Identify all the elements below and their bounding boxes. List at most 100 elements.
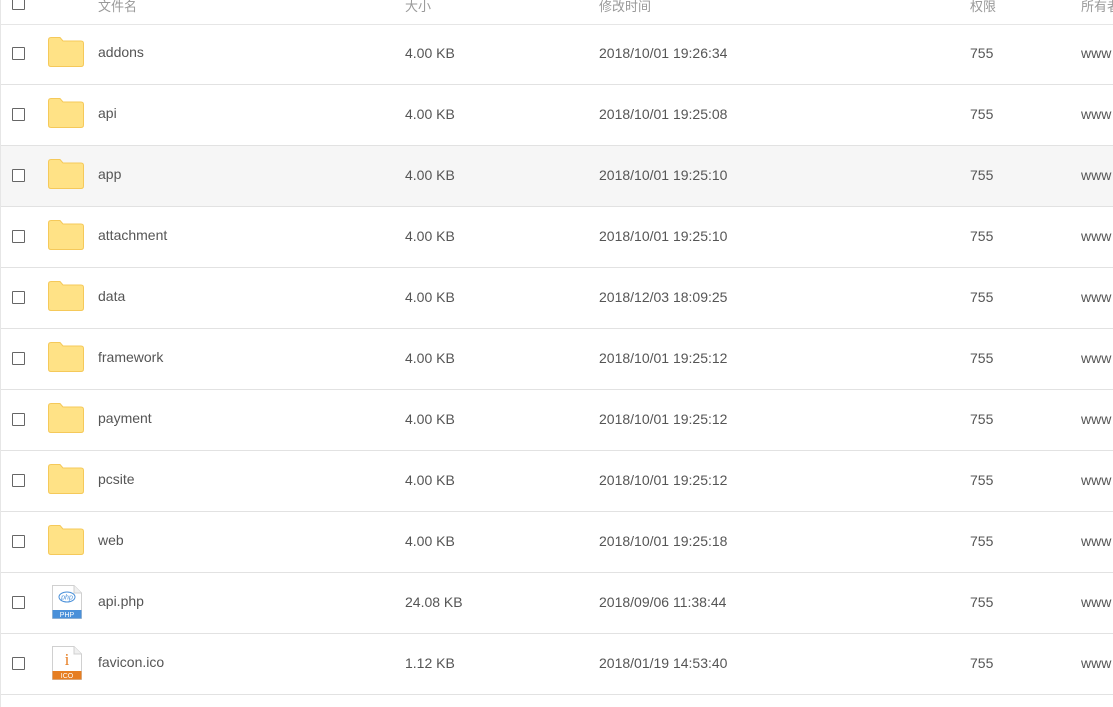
header-name[interactable]: 文件名 [98,0,137,16]
file-name[interactable]: attachment [98,226,167,244]
table-row[interactable]: payment 4.00 KB 2018/10/01 19:25:12 755 www [1,390,1113,451]
folder-icon[interactable] [47,463,85,495]
table-row[interactable]: framework 4.00 KB 2018/10/01 19:25:12 755 ww… [1,329,1113,390]
file-size: 1.12 KB [405,655,455,671]
file-modified-time: 2018/10/01 19:26:34 [599,45,728,61]
table-header: 文件名 大小 修改时间 权限 所有者 [1,0,1113,25]
folder-icon[interactable] [47,219,85,251]
row-checkbox[interactable] [12,535,25,548]
svg-text:php: php [60,595,73,602]
file-permission[interactable]: 755 [970,593,993,611]
file-permission[interactable]: 755 [970,166,993,184]
row-checkbox[interactable] [12,657,25,670]
table-row[interactable]: pcsite 4.00 KB 2018/10/01 19:25:12 755 www [1,451,1113,512]
table-row[interactable]: addons 4.00 KB 2018/10/01 19:26:34 755 www [1,24,1113,85]
file-owner[interactable]: www [1081,349,1111,367]
file-owner[interactable]: www [1081,410,1111,428]
row-checkbox[interactable] [12,230,25,243]
file-size: 4.00 KB [405,228,455,244]
file-permission[interactable]: 755 [970,349,993,367]
file-modified-time: 2018/01/19 14:53:40 [599,655,728,671]
file-name[interactable]: framework [98,348,163,366]
file-modified-time: 2018/10/01 19:25:10 [599,228,728,244]
table-row[interactable]: attachment 4.00 KB 2018/10/01 19:25:10 755 w… [1,207,1113,268]
svg-text:PHP: PHP [60,612,75,619]
file-size: 4.00 KB [405,45,455,61]
file-modified-time: 2018/12/03 18:09:25 [599,289,728,305]
file-size: 4.00 KB [405,167,455,183]
table-row[interactable]: api 4.00 KB 2018/10/01 19:25:08 755 www [1,85,1113,146]
folder-icon[interactable] [47,341,85,373]
file-name[interactable]: api.php [98,592,144,610]
file-permission[interactable]: 755 [970,44,993,62]
file-owner[interactable]: www [1081,288,1111,306]
file-owner[interactable]: www [1081,105,1111,123]
file-modified-time: 2018/09/06 11:38:44 [599,594,727,610]
row-checkbox[interactable] [12,596,25,609]
file-name[interactable]: web [98,531,124,549]
php-file-icon[interactable]: php PHP [51,584,83,620]
file-permission[interactable]: 755 [970,227,993,245]
folder-icon[interactable] [47,158,85,190]
header-permission[interactable]: 权限 [970,0,996,16]
file-owner[interactable]: www [1081,471,1111,489]
table-row[interactable]: php PHP api.php 24.08 KB 2018/09/06 11:38:44… [1,573,1113,634]
header-size[interactable]: 大小 [405,0,431,16]
file-modified-time: 2018/10/01 19:25:18 [599,533,728,549]
file-size: 24.08 KB [405,594,463,610]
row-checkbox[interactable] [12,413,25,426]
file-name[interactable]: pcsite [98,470,135,488]
file-table: 文件名 大小 修改时间 权限 所有者 addons 4.00 KB 2018/10/… [0,0,1113,707]
file-modified-time: 2018/10/01 19:25:10 [599,167,728,183]
file-modified-time: 2018/10/01 19:25:08 [599,106,728,122]
table-row[interactable]: app 4.00 KB 2018/10/01 19:25:10 755 www [1,146,1113,207]
file-name[interactable]: data [98,287,125,305]
file-modified-time: 2018/10/01 19:25:12 [599,350,728,366]
row-checkbox[interactable] [12,352,25,365]
file-permission[interactable]: 755 [970,410,993,428]
file-owner[interactable]: www [1081,532,1111,550]
svg-text:i: i [65,650,70,669]
folder-icon[interactable] [47,402,85,434]
file-owner[interactable]: www [1081,44,1111,62]
select-all-checkbox[interactable] [12,0,25,10]
file-permission[interactable]: 755 [970,532,993,550]
folder-icon[interactable] [47,524,85,556]
file-permission[interactable]: 755 [970,654,993,672]
table-row[interactable]: i ICO favicon.ico 1.12 KB 2018/01/19 14:53:4… [1,634,1113,695]
row-checkbox[interactable] [12,291,25,304]
row-checkbox[interactable] [12,47,25,60]
file-size: 4.00 KB [405,533,455,549]
file-size: 4.00 KB [405,106,455,122]
file-permission[interactable]: 755 [970,105,993,123]
file-modified-time: 2018/10/01 19:25:12 [599,411,728,427]
table-row[interactable]: data 4.00 KB 2018/12/03 18:09:25 755 www [1,268,1113,329]
file-size: 4.00 KB [405,411,455,427]
file-name[interactable]: app [98,165,121,183]
file-size: 4.00 KB [405,350,455,366]
ico-file-icon[interactable]: i ICO [51,645,83,681]
folder-icon[interactable] [47,280,85,312]
file-owner[interactable]: www [1081,166,1111,184]
file-name[interactable]: favicon.ico [98,653,164,671]
file-size: 4.00 KB [405,472,455,488]
header-owner[interactable]: 所有者 [1081,0,1113,16]
folder-icon[interactable] [47,36,85,68]
table-row[interactable]: web 4.00 KB 2018/10/01 19:25:18 755 www [1,512,1113,573]
row-checkbox[interactable] [12,169,25,182]
file-name[interactable]: payment [98,409,152,427]
file-owner[interactable]: www [1081,227,1111,245]
file-name[interactable]: api [98,104,117,122]
file-modified-time: 2018/10/01 19:25:12 [599,472,728,488]
row-checkbox[interactable] [12,474,25,487]
row-checkbox[interactable] [12,108,25,121]
folder-icon[interactable] [47,97,85,129]
header-modified[interactable]: 修改时间 [599,0,651,16]
file-owner[interactable]: www [1081,593,1111,611]
file-owner[interactable]: www [1081,654,1111,672]
file-permission[interactable]: 755 [970,471,993,489]
svg-text:ICO: ICO [61,673,74,680]
file-name[interactable]: addons [98,43,144,61]
file-permission[interactable]: 755 [970,288,993,306]
file-size: 4.00 KB [405,289,455,305]
